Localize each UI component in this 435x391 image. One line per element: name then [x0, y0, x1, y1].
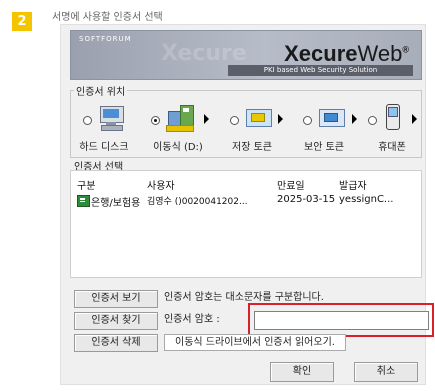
xecureweb-banner: SOFTFORUM Xecure XecureWeb® PKI based We…	[70, 30, 422, 80]
banner-tagline: PKI based Web Security Solution	[228, 65, 413, 76]
chevron-right-icon	[278, 114, 283, 124]
column-header-issuer[interactable]: 발급자	[339, 177, 367, 192]
radio-storage-token[interactable]	[230, 116, 239, 125]
table-row[interactable]: 은행/보험용 김영수 ()0020041202... 2025-03-15 ye…	[75, 193, 417, 209]
status-text: 이동식 드라이브에서 인증서 읽어오기.	[164, 334, 346, 351]
cancel-button[interactable]: 취소	[354, 362, 418, 382]
dialog-title: 서명에 사용할 인증서 선택	[52, 12, 163, 23]
cell-issuer: yessignC...	[339, 194, 394, 205]
delete-certificate-button[interactable]: 인증서 삭제	[74, 334, 158, 352]
radio-hard-disk[interactable]	[83, 116, 92, 125]
certificate-table[interactable]: 구분 사용자 만료일 발급자 은행/보험용 김영수 ()0020041202..…	[70, 170, 422, 278]
step-badge: 2	[12, 12, 32, 31]
view-certificate-button[interactable]: 인증서 보기	[74, 290, 158, 308]
column-header-type[interactable]: 구분	[77, 177, 95, 192]
brand-tm: ®	[402, 44, 409, 55]
removable-drive-icon[interactable]	[166, 103, 196, 132]
brand-bold: Xecure	[284, 41, 358, 66]
cell-expiry: 2025-03-15	[277, 194, 336, 205]
device-label-mobile-phone: 휴대폰	[378, 142, 406, 153]
certificate-icon	[77, 195, 90, 207]
brand-logo: XecureWeb®	[284, 41, 409, 67]
device-label-security-token: 보안 토큰	[304, 142, 344, 153]
find-certificate-button[interactable]: 인증서 찾기	[74, 312, 158, 330]
device-label-storage-token: 저장 토큰	[232, 142, 272, 153]
storage-token-icon[interactable]	[245, 106, 272, 128]
banner-watermark: Xecure	[161, 41, 247, 66]
radio-mobile-phone[interactable]	[368, 116, 377, 125]
radio-removable-drive[interactable]	[151, 116, 160, 125]
device-label-hard-disk: 하드 디스크	[79, 142, 129, 153]
location-legend: 인증서 위치	[74, 83, 128, 98]
password-highlight	[248, 303, 434, 337]
ok-button[interactable]: 확인	[270, 362, 334, 382]
mobile-phone-icon[interactable]	[383, 102, 401, 130]
password-label: 인증서 암호 :	[164, 314, 220, 325]
brand-light: Web	[357, 41, 403, 66]
vendor-logo: SOFTFORUM	[79, 35, 132, 43]
chevron-right-icon	[204, 114, 209, 124]
device-label-removable: 이동식 (D:)	[153, 142, 203, 153]
radio-security-token[interactable]	[303, 116, 312, 125]
chevron-right-icon	[412, 114, 417, 124]
hard-disk-icon[interactable]	[98, 104, 126, 131]
cell-type: 은행/보험용	[91, 198, 141, 209]
column-header-expiry[interactable]: 만료일	[277, 177, 305, 192]
security-token-icon[interactable]	[318, 106, 345, 128]
column-header-user[interactable]: 사용자	[147, 177, 175, 192]
chevron-right-icon	[352, 114, 357, 124]
cell-user: 김영수 ()0020041202...	[147, 197, 248, 207]
